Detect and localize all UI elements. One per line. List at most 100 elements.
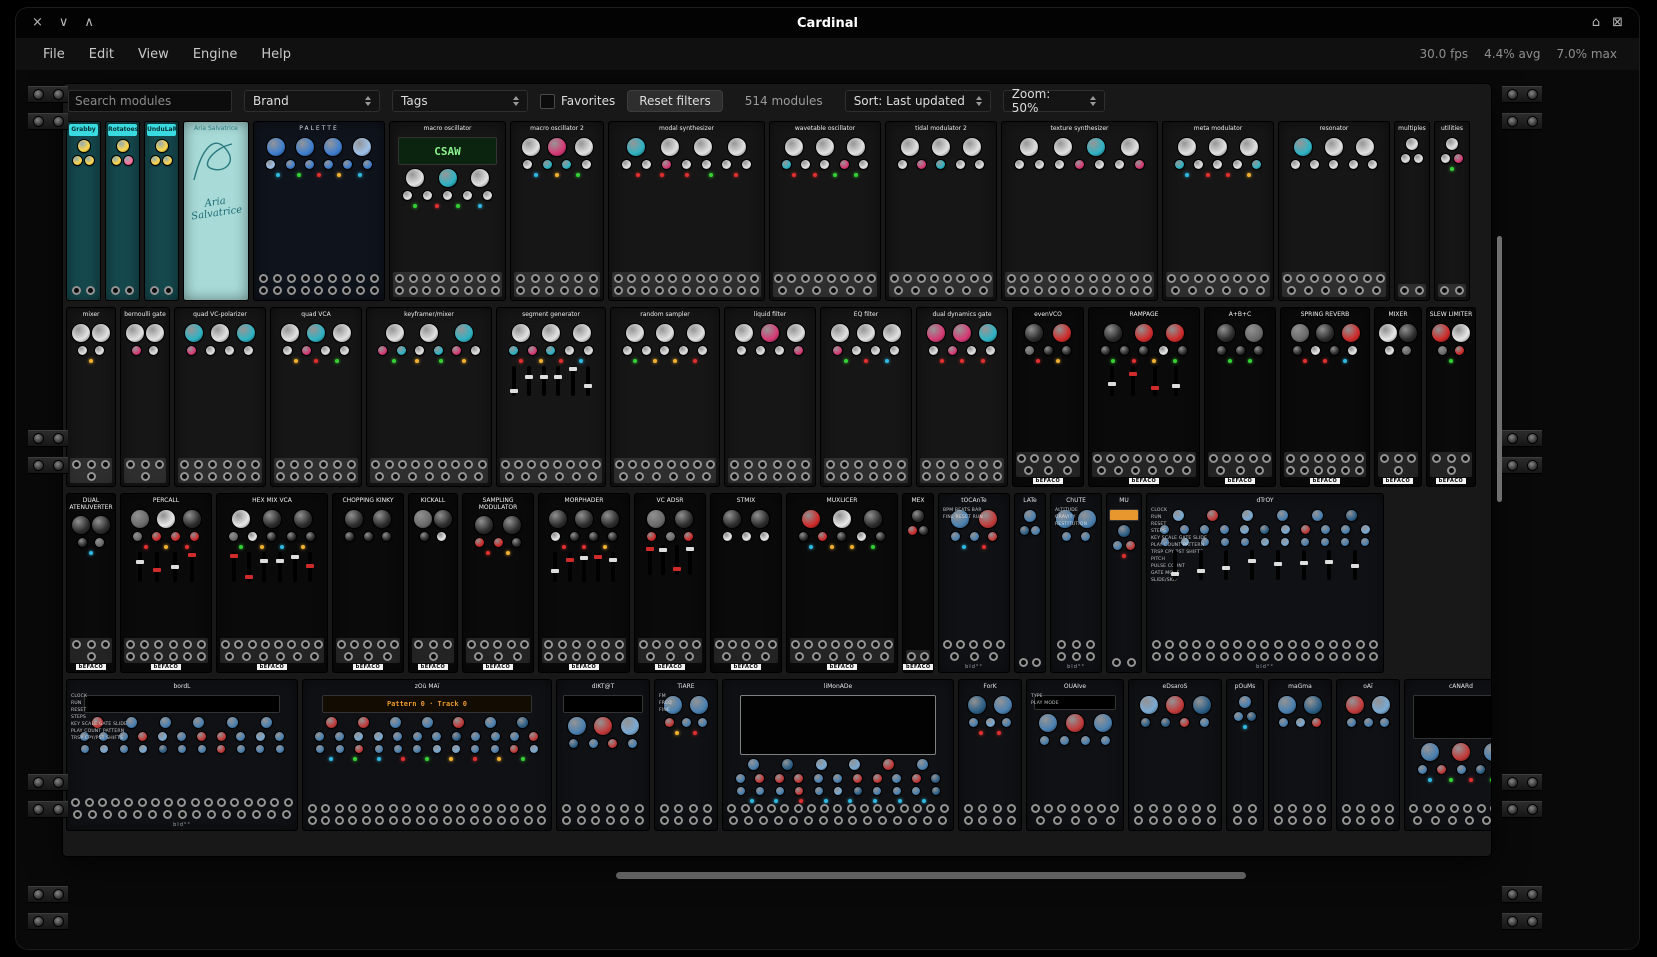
module-card-tidal-modulator-2[interactable]: tidal modulator 2 (886, 122, 996, 300)
module-card-fork[interactable]: ForK (959, 680, 1021, 830)
jack (414, 640, 423, 649)
module-card-eq-filter[interactable]: EQ filter (821, 308, 911, 486)
jack (537, 804, 546, 813)
knob (628, 739, 637, 748)
horizontal-scrollbar[interactable] (616, 872, 1246, 879)
jack (930, 274, 939, 283)
module-card-morphader[interactable]: MORPHADERbEFACO (539, 494, 629, 672)
slider-row (1093, 366, 1195, 396)
module-card-edsaros[interactable]: eDsaroS (1129, 680, 1221, 830)
sort-select[interactable]: Sort: Last updated (845, 90, 991, 112)
jack (118, 810, 127, 819)
led (709, 173, 713, 177)
module-card-mixer[interactable]: MIXERbEFACO (1375, 308, 1421, 486)
collapse-down-icon[interactable]: ∨ (59, 8, 69, 38)
jack (1288, 652, 1297, 661)
jack (1235, 454, 1244, 463)
menu-item-help[interactable]: Help (250, 43, 302, 66)
jack-field (148, 284, 175, 297)
knob (568, 717, 586, 735)
module-card-dual-atenuverter[interactable]: DUAL ATENUVERTERbEFACO (67, 494, 115, 672)
module-card-chopping-kinky[interactable]: CHOPPING KINKYbEFACO (333, 494, 403, 672)
jack (304, 472, 313, 481)
zoom-select[interactable]: Zoom: 50% (1003, 90, 1105, 112)
search-input[interactable] (68, 90, 232, 112)
led (280, 545, 284, 549)
app-icon[interactable]: ⊠ (1612, 8, 1623, 38)
module-card-macro-oscillator-2[interactable]: macro oscillator 2 (511, 122, 603, 300)
module-card-oa[interactable]: oAï (1337, 680, 1399, 830)
module-card-bernoulli-gate[interactable]: bernoulli gate (121, 308, 169, 486)
screw-icon (54, 890, 63, 899)
module-card-multiples[interactable]: multiples (1395, 122, 1429, 300)
module-card-mu[interactable]: MU (1107, 494, 1141, 672)
menu-item-edit[interactable]: Edit (78, 43, 125, 66)
module-card-tocante[interactable]: tOCAnTeBPM BEATS BARFINE RESET RUNbId°° (939, 494, 1009, 672)
module-card-dtroy[interactable]: dTrOYCLOCKRUNRESETSTEPSKEY SCALE GATE SL… (1147, 494, 1383, 672)
brand-mark-text: bEFACO (569, 664, 600, 670)
module-card-chute[interactable]: ChUTEALTITUDEGRAVITYRESTITUTIONbId°° (1051, 494, 1101, 672)
module-card-mixer[interactable]: mixer (67, 308, 115, 486)
module-card-dual-dynamics-gate[interactable]: dual dynamics gate (917, 308, 1007, 486)
jack (869, 472, 878, 481)
module-card-aria-salvatrice[interactable]: Aria SalvatriceAria Salvatrice (184, 122, 248, 300)
led-row (793, 545, 891, 549)
module-card-stmix[interactable]: STMIXbEFACO (711, 494, 781, 672)
module-card-grabby[interactable]: Grabby (67, 122, 100, 300)
module-card-poums[interactable]: pOuMs (1227, 680, 1263, 830)
module-card-hex-mix-vca[interactable]: HEX MIX VCAbEFACO (217, 494, 327, 672)
module-card-tiare[interactable]: TiAREFMFREQFINE (655, 680, 717, 830)
module-card-kickall[interactable]: KICKALLbEFACO (409, 494, 457, 672)
reset-filters-button[interactable]: Reset filters (627, 90, 723, 112)
module-card-ouaive[interactable]: OUAIveTYPEPLAY MODE (1027, 680, 1123, 830)
module-card-quad-vc-polarizer[interactable]: quad VC-polarizer (175, 308, 265, 486)
jack (829, 652, 838, 661)
module-card-slew-limiter[interactable]: SLEW LIMITERbEFACO (1427, 308, 1475, 486)
module-card-liquid-filter[interactable]: liquid filter (725, 308, 815, 486)
module-card-modal-synthesizer[interactable]: modal synthesizer (609, 122, 764, 300)
module-card-evenvco[interactable]: evenVCObEFACO (1013, 308, 1083, 486)
module-card-random-sampler[interactable]: random sampler (611, 308, 719, 486)
module-card-undular[interactable]: UnduLaR (145, 122, 178, 300)
module-card-resonator[interactable]: resonator (1279, 122, 1389, 300)
module-card-wavetable-oscillator[interactable]: wavetable oscillator (770, 122, 880, 300)
tags-select[interactable]: Tags (392, 90, 528, 112)
module-card-macro-oscillator[interactable]: macro oscillatorCSAW (390, 122, 505, 300)
module-card-sampling-modulator[interactable]: SAMPLING MODULATORbEFACO (463, 494, 533, 672)
menu-item-file[interactable]: File (32, 43, 76, 66)
module-card-palette[interactable]: PALETTE (254, 122, 384, 300)
module-card-keyframer-mixer[interactable]: keyframer/mixer (367, 308, 491, 486)
module-card-zo-ma[interactable]: zOù MAïPattern 0 · Track 0 (303, 680, 551, 830)
module-card-late[interactable]: LATe (1015, 494, 1045, 672)
module-title: eDsaroS (1129, 680, 1221, 692)
collapse-up-icon[interactable]: ∧ (84, 8, 94, 38)
module-card-magma[interactable]: maGma (1269, 680, 1331, 830)
module-card-mex[interactable]: MEXbEFACO (903, 494, 933, 672)
menu-item-view[interactable]: View (127, 43, 180, 66)
module-card-rampage[interactable]: RAMPAGEbEFACO (1089, 308, 1199, 486)
module-card-percall[interactable]: PERCALLbEFACO (121, 494, 211, 672)
module-card-a-b-c[interactable]: A+B+CbEFACO (1205, 308, 1275, 486)
module-card-meta-modulator[interactable]: meta modulator (1163, 122, 1273, 300)
home-icon[interactable]: ⌂ (1592, 8, 1600, 38)
knob-row (789, 532, 895, 541)
module-card-bordl[interactable]: bordLCLOCKRUNRESETSTEPSKEY SCALE GATE SL… (67, 680, 297, 830)
menu-item-engine[interactable]: Engine (182, 43, 249, 66)
knob (979, 510, 997, 528)
module-card-spring-reverb[interactable]: SPRING REVERBbEFACO (1281, 308, 1369, 486)
brand-select[interactable]: Brand (244, 90, 380, 112)
module-card-limonade[interactable]: liMonADe (723, 680, 953, 830)
module-card-quad-vca[interactable]: quad VCA (271, 308, 361, 486)
module-card-muxlicer[interactable]: MUXLICERbEFACO (787, 494, 897, 672)
module-card-utilities[interactable]: utilities (1435, 122, 1469, 300)
module-card-rotatoes[interactable]: Rotatoes (106, 122, 139, 300)
module-card-vc-adsr[interactable]: VC ADSRbEFACO (635, 494, 705, 672)
close-icon[interactable]: × (32, 8, 43, 38)
module-card-texture-synthesizer[interactable]: texture synthesizer (1002, 122, 1157, 300)
favorites-checkbox[interactable] (540, 94, 555, 109)
module-card-canard[interactable]: cANARd (1405, 680, 1491, 830)
jack (1131, 466, 1140, 475)
knob (857, 324, 875, 342)
module-card-dikt-t[interactable]: dIKT@T (557, 680, 649, 830)
module-card-segment-generator[interactable]: segment generator (497, 308, 605, 486)
